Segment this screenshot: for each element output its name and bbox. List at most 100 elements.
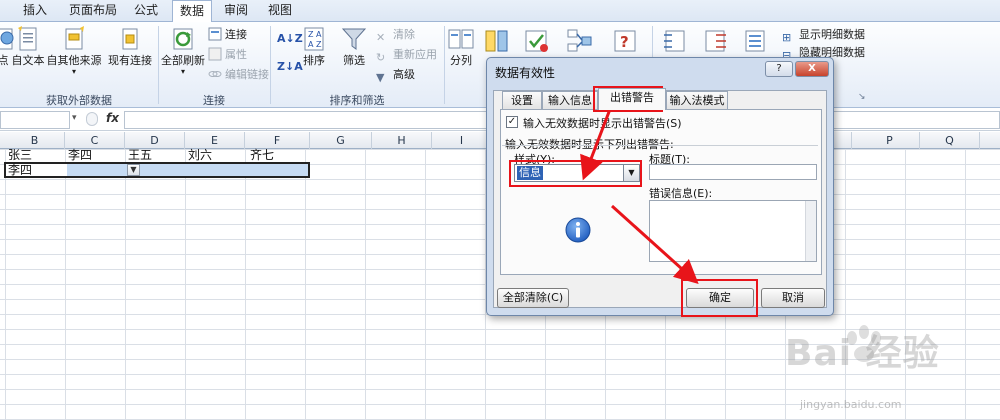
group-label-connections: 连接 xyxy=(203,94,225,107)
error-message-label: 错误信息(E): xyxy=(649,187,713,200)
alert-group-caption: 输入无效数据时显示下列出错警告: xyxy=(505,138,674,151)
from-text-button[interactable]: 自文本 xyxy=(10,26,46,68)
filter-funnel-icon xyxy=(341,28,367,50)
data-validation-icon[interactable] xyxy=(524,28,550,54)
advanced-filter-button[interactable]: ▼ 高级 xyxy=(376,66,415,84)
tab-review[interactable]: 审阅 xyxy=(218,0,254,22)
watermark-text: Bai 经验 xyxy=(785,333,940,374)
column-header[interactable]: F xyxy=(245,132,310,149)
clear-all-button[interactable]: 全部清除(C) xyxy=(497,288,569,308)
tab-view[interactable]: 视图 xyxy=(262,0,298,22)
existing-connections-button[interactable]: 现有连接 xyxy=(106,26,154,68)
show-error-alert-checkbox[interactable]: ✓ xyxy=(506,116,518,128)
connections-label: 连接 xyxy=(225,28,247,41)
column-header[interactable]: I xyxy=(432,132,492,149)
sort-icon: Z AA Z xyxy=(304,27,324,51)
show-detail-button[interactable]: ⊞ 显示明细数据 xyxy=(782,26,865,44)
from-other-sources-button[interactable]: 自其他来源 ▾ xyxy=(46,26,102,76)
group-separator xyxy=(444,26,445,104)
refresh-icon xyxy=(173,28,193,50)
text-file-icon xyxy=(18,26,37,51)
from-text-label: 自文本 xyxy=(11,54,45,67)
cell-dropdown-icon[interactable]: ▼ xyxy=(127,164,140,176)
cell-c1[interactable]: 李四 xyxy=(66,148,92,163)
dialog-launcher-icon[interactable]: ↘ xyxy=(858,92,866,102)
insert-function-icon[interactable]: fx xyxy=(106,111,119,125)
link-icon xyxy=(208,71,222,77)
dialog-close-button[interactable]: X xyxy=(795,61,829,77)
svg-text:Z A: Z A xyxy=(308,30,322,39)
tab-page-layout[interactable]: 页面布局 xyxy=(64,0,122,22)
tab-settings[interactable]: 设置 xyxy=(502,91,542,109)
clear-filter-label: 清除 xyxy=(393,28,415,41)
scrollbar[interactable] xyxy=(805,201,816,261)
dropdown-arrow-icon: ▾ xyxy=(71,67,76,76)
column-header[interactable]: C xyxy=(65,132,125,149)
reapply-label: 重新应用 xyxy=(393,48,437,61)
connections-icon xyxy=(208,27,222,41)
group-divider xyxy=(502,145,818,146)
dropdown-arrow-icon: ▾ xyxy=(180,67,185,76)
cancel-button[interactable]: 取消 xyxy=(761,288,825,308)
group-label-get-external-data: 获取外部数据 xyxy=(46,94,112,107)
column-header[interactable]: P xyxy=(860,132,920,149)
expand-handle[interactable] xyxy=(86,112,98,126)
connections-button[interactable]: 连接 xyxy=(208,26,247,44)
refresh-all-button[interactable]: 全部刷新 ▾ xyxy=(160,26,206,76)
name-box-dropdown-icon[interactable]: ▾ xyxy=(72,113,77,123)
column-header[interactable]: G xyxy=(310,132,372,149)
sort-button[interactable]: Z AA Z 排序 xyxy=(298,26,330,68)
remove-duplicates-icon[interactable] xyxy=(484,28,510,54)
dialog-title: 数据有效性 xyxy=(495,66,556,80)
properties-button[interactable]: 属性 xyxy=(208,46,247,64)
sort-label: 排序 xyxy=(303,54,325,67)
group-separator xyxy=(270,26,271,104)
tab-data[interactable]: 数据 xyxy=(172,0,212,23)
filter-label: 筛选 xyxy=(343,54,365,67)
column-header[interactable]: E xyxy=(185,132,245,149)
reapply-icon: ↻ xyxy=(376,51,386,64)
tab-error-alert[interactable]: 出错警告 xyxy=(598,88,666,110)
column-header[interactable]: D xyxy=(125,132,185,149)
filter-button[interactable]: 筛选 xyxy=(336,26,372,68)
error-message-textarea[interactable] xyxy=(649,200,817,262)
title-input[interactable] xyxy=(649,164,817,180)
clear-filter-icon: ✕ xyxy=(376,31,386,44)
column-header[interactable]: B xyxy=(5,132,65,149)
name-box[interactable] xyxy=(0,111,70,129)
properties-label: 属性 xyxy=(225,48,247,61)
cell-b1[interactable]: 张三 xyxy=(6,148,32,163)
dialog-help-button[interactable]: ? xyxy=(765,61,793,77)
group-separator xyxy=(158,26,159,104)
cell-e1[interactable]: 刘六 xyxy=(186,148,212,163)
from-web-label: 点 xyxy=(0,54,9,67)
advanced-filter-icon: ▼ xyxy=(376,71,385,84)
consolidate-icon[interactable] xyxy=(566,28,592,54)
reapply-button[interactable]: ↻ 重新应用 xyxy=(376,46,437,64)
ungroup-icon[interactable] xyxy=(702,28,728,54)
group-icon[interactable] xyxy=(662,28,688,54)
what-if-analysis-icon[interactable]: ? xyxy=(612,28,638,54)
edit-links-button[interactable]: 编辑链接 xyxy=(208,66,269,84)
column-header[interactable]: H xyxy=(372,132,432,149)
info-icon xyxy=(565,217,591,243)
database-icon xyxy=(65,26,84,50)
existing-connections-icon xyxy=(122,28,138,50)
text-to-columns-button[interactable]: 分列 xyxy=(446,26,476,68)
advanced-filter-label: 高级 xyxy=(393,68,415,81)
tab-input-message[interactable]: 输入信息 xyxy=(542,91,598,109)
column-header[interactable]: Q xyxy=(920,132,980,149)
cell-b2[interactable]: 李四 xyxy=(6,163,32,178)
cell-d1[interactable]: 王五 xyxy=(126,148,152,163)
refresh-all-label: 全部刷新 xyxy=(161,54,205,67)
clear-filter-button[interactable]: ✕ 清除 xyxy=(376,26,415,44)
show-detail-icon: ⊞ xyxy=(782,31,792,44)
subtotal-icon[interactable] xyxy=(742,28,768,54)
from-other-sources-label: 自其他来源 xyxy=(46,54,102,67)
tab-formulas[interactable]: 公式 xyxy=(128,0,164,22)
tab-ime-mode[interactable]: 输入法模式 xyxy=(666,91,728,109)
watermark-url: jingyan.baidu.com xyxy=(800,398,902,411)
tab-insert[interactable]: 插入 xyxy=(16,0,54,22)
text-to-columns-label: 分列 xyxy=(450,54,472,67)
cell-f1[interactable]: 齐七 xyxy=(248,148,274,163)
